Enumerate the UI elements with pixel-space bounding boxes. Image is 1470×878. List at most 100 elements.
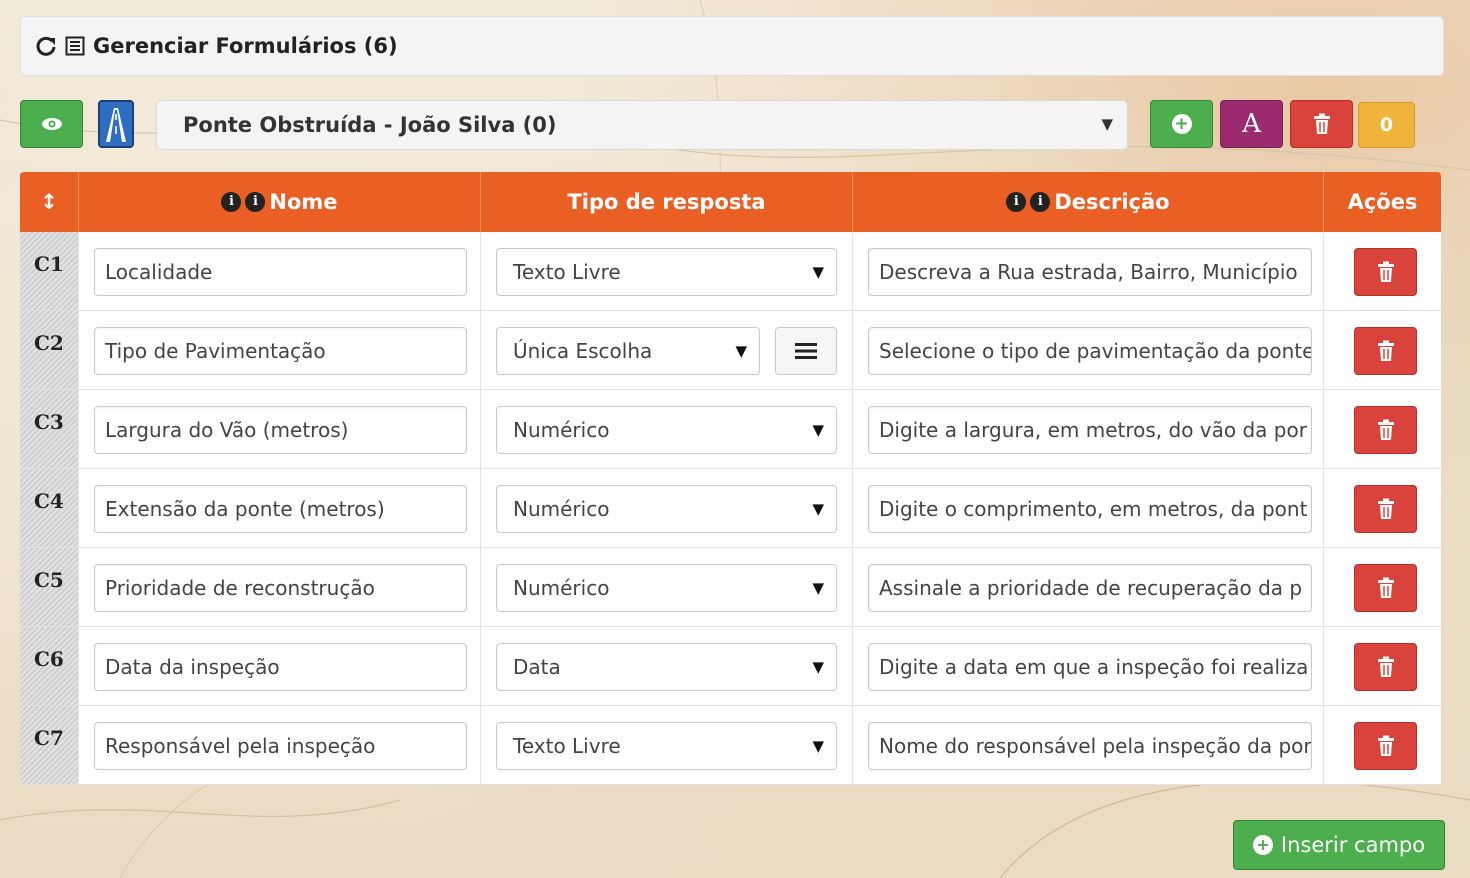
plus-circle-icon: + xyxy=(1252,835,1273,855)
page-title: Gerenciar Formulários (6) xyxy=(93,34,398,58)
delete-field-button[interactable] xyxy=(1354,327,1417,375)
road-icon-button[interactable] xyxy=(98,100,134,148)
trash-icon xyxy=(1377,261,1394,282)
field-name-input[interactable]: Largura do Vão (metros) xyxy=(94,406,467,454)
caret-down-icon: ▼ xyxy=(1101,115,1113,133)
table-header: ↕ i i Nome Tipo de resposta i i Descriçã… xyxy=(20,172,1441,232)
table-row: C1 Localidade Texto Livre ▼ Descreva a Ru… xyxy=(20,232,1441,311)
description-input[interactable]: Nome do responsável pela inspeção da por xyxy=(868,722,1312,770)
column-header-tipo-label: Tipo de resposta xyxy=(567,190,766,214)
trash-icon xyxy=(1377,419,1394,440)
row-index[interactable]: C6 xyxy=(20,627,79,705)
response-type-value: Numérico xyxy=(513,497,610,521)
bars-icon xyxy=(795,343,817,359)
table-row: C7 Responsável pela inspeção Texto Livre… xyxy=(20,706,1441,785)
refresh-icon[interactable] xyxy=(35,35,57,57)
row-index[interactable]: C4 xyxy=(20,469,79,547)
response-type-select[interactable]: Única Escolha ▼ xyxy=(496,327,760,375)
toolbar: Ponte Obstruída - João Silva (0) ▼ + A 0 xyxy=(20,100,1444,150)
row-index[interactable]: C2 xyxy=(20,311,79,389)
column-header-nome: i i Nome xyxy=(79,172,481,232)
delete-field-button[interactable] xyxy=(1354,485,1417,533)
description-input[interactable]: Digite a largura, em metros, do vão da p… xyxy=(868,406,1312,454)
caret-down-icon: ▼ xyxy=(812,737,824,755)
description-input[interactable]: Digite o comprimento, em metros, da pont xyxy=(868,485,1312,533)
description-input[interactable]: Assinale a prioridade de recuperação da … xyxy=(868,564,1312,612)
delete-field-button[interactable] xyxy=(1354,722,1417,770)
response-type-value: Data xyxy=(513,655,561,679)
delete-field-button[interactable] xyxy=(1354,643,1417,691)
description-input[interactable]: Digite a data em que a inspeção foi real… xyxy=(868,643,1312,691)
caret-down-icon: ▼ xyxy=(812,421,824,439)
caret-down-icon: ▼ xyxy=(812,658,824,676)
sort-column-header[interactable]: ↕ xyxy=(20,172,79,232)
response-type-select[interactable]: Numérico ▼ xyxy=(496,564,837,612)
column-header-descricao: i i Descrição xyxy=(853,172,1324,232)
delete-field-button[interactable] xyxy=(1354,248,1417,296)
info-icon[interactable]: i xyxy=(245,192,266,212)
delete-form-button[interactable] xyxy=(1290,100,1353,148)
column-header-descricao-label: Descrição xyxy=(1054,190,1170,214)
response-type-select[interactable]: Texto Livre ▼ xyxy=(496,248,837,296)
response-type-select[interactable]: Numérico ▼ xyxy=(496,406,837,454)
field-name-input[interactable]: Responsável pela inspeção xyxy=(94,722,467,770)
add-form-button[interactable]: + xyxy=(1150,100,1213,148)
table-row: C3 Largura do Vão (metros) Numérico ▼ Dig… xyxy=(20,390,1441,469)
field-name-input[interactable]: Prioridade de reconstrução xyxy=(94,564,467,612)
row-index[interactable]: C1 xyxy=(20,232,79,310)
preview-button[interactable] xyxy=(20,100,83,148)
field-name-input[interactable]: Tipo de Pavimentação xyxy=(94,327,467,375)
insert-field-button[interactable]: + Inserir campo xyxy=(1233,820,1445,870)
row-index[interactable]: C5 xyxy=(20,548,79,626)
trash-icon xyxy=(1377,656,1394,677)
table-row: C4 Extensão da ponte (metros) Numérico ▼ … xyxy=(20,469,1441,548)
description-input[interactable]: Descreva a Rua estrada, Bairro, Municípi… xyxy=(868,248,1312,296)
trash-icon xyxy=(1377,577,1394,598)
info-icon[interactable]: i xyxy=(221,192,242,212)
info-icon[interactable]: i xyxy=(1030,192,1051,212)
count-badge: 0 xyxy=(1379,114,1394,136)
response-type-value: Única Escolha xyxy=(513,339,653,363)
field-name-input[interactable]: Data da inspeção xyxy=(94,643,467,691)
response-type-select[interactable]: Data ▼ xyxy=(496,643,837,691)
response-type-value: Numérico xyxy=(513,418,610,442)
response-type-select[interactable]: Texto Livre ▼ xyxy=(496,722,837,770)
response-type-value: Texto Livre xyxy=(513,260,621,284)
column-header-acoes: Ações xyxy=(1324,172,1441,232)
insert-field-label: Inserir campo xyxy=(1280,833,1426,857)
delete-field-button[interactable] xyxy=(1354,406,1417,454)
form-select-value: Ponte Obstruída - João Silva (0) xyxy=(183,113,557,137)
font-button-label: A xyxy=(1242,109,1261,139)
caret-down-icon: ▼ xyxy=(812,579,824,597)
eye-icon xyxy=(41,118,62,130)
caret-down-icon: ▼ xyxy=(812,263,824,281)
caret-down-icon: ▼ xyxy=(812,500,824,518)
response-type-value: Numérico xyxy=(513,576,610,600)
description-input[interactable]: Selecione o tipo de pavimentação da pont… xyxy=(868,327,1312,375)
table-row: C2 Tipo de Pavimentação Única Escolha ▼ S… xyxy=(20,311,1441,390)
field-name-input[interactable]: Localidade xyxy=(94,248,467,296)
form-select[interactable]: Ponte Obstruída - João Silva (0) ▼ xyxy=(156,100,1128,150)
sort-vertical-icon: ↕ xyxy=(40,190,58,214)
edit-options-button[interactable] xyxy=(775,327,837,375)
response-type-select[interactable]: Numérico ▼ xyxy=(496,485,837,533)
table-row: C6 Data da inspeção Data ▼ Digite a data … xyxy=(20,627,1441,706)
column-header-nome-label: Nome xyxy=(269,190,338,214)
trash-icon xyxy=(1377,340,1394,361)
count-badge-button[interactable]: 0 xyxy=(1358,102,1415,148)
column-header-tipo: Tipo de resposta xyxy=(481,172,853,232)
info-icon[interactable]: i xyxy=(1006,192,1027,212)
font-button[interactable]: A xyxy=(1220,100,1283,148)
header-panel: Gerenciar Formulários (6) xyxy=(20,16,1444,76)
road-icon xyxy=(103,105,129,143)
row-index[interactable]: C3 xyxy=(20,390,79,468)
column-header-acoes-label: Ações xyxy=(1347,190,1418,214)
trash-icon xyxy=(1313,113,1330,134)
list-icon xyxy=(65,36,85,56)
field-name-input[interactable]: Extensão da ponte (metros) xyxy=(94,485,467,533)
plus-circle-icon: + xyxy=(1171,114,1192,134)
response-type-value: Texto Livre xyxy=(513,734,621,758)
row-index[interactable]: C7 xyxy=(20,706,79,784)
trash-icon xyxy=(1377,498,1394,519)
delete-field-button[interactable] xyxy=(1354,564,1417,612)
